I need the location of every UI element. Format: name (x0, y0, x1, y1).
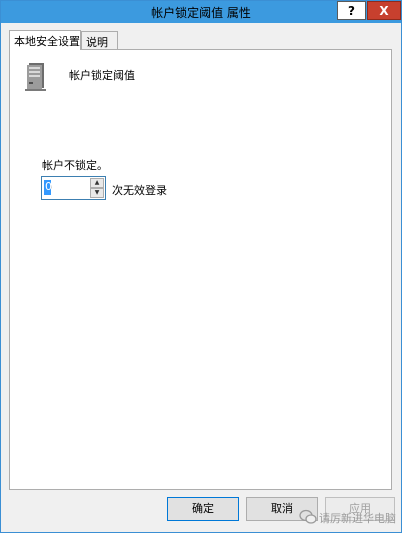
spin-down-button[interactable]: ▼ (90, 188, 104, 198)
spin-up-arrow-icon: ▲ (94, 179, 100, 186)
title-bar[interactable]: 帐户锁定阈值 属性 ? X (1, 1, 401, 23)
watermark-text: 请厉新进华电脑 (319, 512, 396, 525)
spin-down-arrow-icon: ▼ (94, 189, 100, 196)
threshold-spinner: 0 ▲ ▼ (41, 176, 106, 200)
server-icon (25, 63, 46, 91)
properties-dialog: 帐户锁定阈值 属性 ? X 本地安全设置 说明 帐户锁定阈值 帐户不锁定。 0 … (0, 0, 402, 533)
threshold-input[interactable] (43, 178, 92, 197)
ok-button[interactable]: 确定 (167, 497, 239, 521)
tab-explain[interactable]: 说明 (81, 31, 118, 49)
tab-local-security-setting[interactable]: 本地安全设置 (9, 30, 81, 50)
tab-panel: 帐户锁定阈值 帐户不锁定。 0 ▲ ▼ 次无效登录 (9, 49, 392, 490)
spin-up-button[interactable]: ▲ (90, 178, 104, 188)
help-button[interactable]: ? (337, 1, 366, 20)
lock-status-label: 帐户不锁定。 (42, 159, 108, 172)
wechat-icon (299, 509, 317, 524)
invalid-attempts-label: 次无效登录 (112, 184, 167, 197)
policy-heading: 帐户锁定阈值 (69, 69, 135, 82)
close-button[interactable]: X (367, 1, 401, 20)
